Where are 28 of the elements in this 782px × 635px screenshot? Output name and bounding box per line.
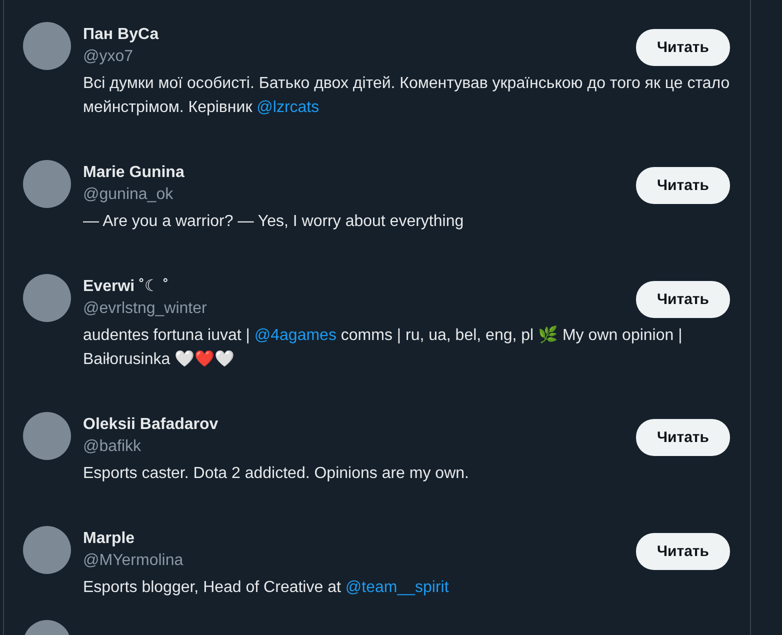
avatar-placeholder[interactable]	[23, 160, 71, 208]
follow-button[interactable]: Читать	[636, 419, 730, 456]
user-handle[interactable]: @evrlstng_winter	[83, 298, 207, 320]
user-name[interactable]: Marie Gunina	[83, 162, 184, 184]
avatar-placeholder[interactable]	[23, 274, 71, 322]
user-name[interactable]: Oleksii Bafadarov	[83, 414, 218, 436]
user-handle[interactable]: @yxo7	[83, 46, 159, 68]
user-handle[interactable]: @gunina_ok	[83, 184, 184, 206]
follow-button[interactable]: Читать	[636, 281, 730, 318]
bio-text: audentes fortuna iuvat | @4agames comms | ru, ua, bel, eng, pl 🌿 My own opinion | Baiłorusinka 🤍❤🤍	[83, 324, 684, 370]
avatar-placeholder[interactable]	[23, 412, 71, 460]
avatar-placeholder[interactable]	[23, 22, 71, 70]
follow-button[interactable]: Читать	[636, 167, 730, 204]
mention-link[interactable]: @4agames	[254, 327, 336, 344]
bio-text: Всі думки мої особисті. Батько двох дітей. Коментував українською до того як це стало мейнстрімом. Керівник @lzrcats	[83, 74, 730, 118]
follow-button[interactable]: Читать	[636, 29, 730, 66]
user-name[interactable]: Пан ВуСа	[83, 24, 159, 46]
user-handle[interactable]: @MYermolina	[83, 550, 184, 572]
bio-text: Esports caster. Dota 2 addicted. Opinions are my own.	[83, 464, 470, 484]
mention-link[interactable]: @lzrcats	[256, 99, 320, 116]
user-name[interactable]: Everwi ˚☾ ˚	[83, 276, 207, 298]
follow-button[interactable]: Читать	[636, 533, 730, 570]
user-handle[interactable]: @bafikk	[83, 436, 218, 458]
bio-text: Esports blogger, Head of Creative at @team__spirit	[83, 578, 450, 598]
mention-link[interactable]: @team__spirit	[345, 579, 449, 596]
bio-text: — Are you a warrior? — Yes, I worry about everything	[83, 212, 465, 232]
user-name[interactable]: Marple	[83, 528, 184, 550]
avatar-placeholder[interactable]	[23, 526, 71, 574]
